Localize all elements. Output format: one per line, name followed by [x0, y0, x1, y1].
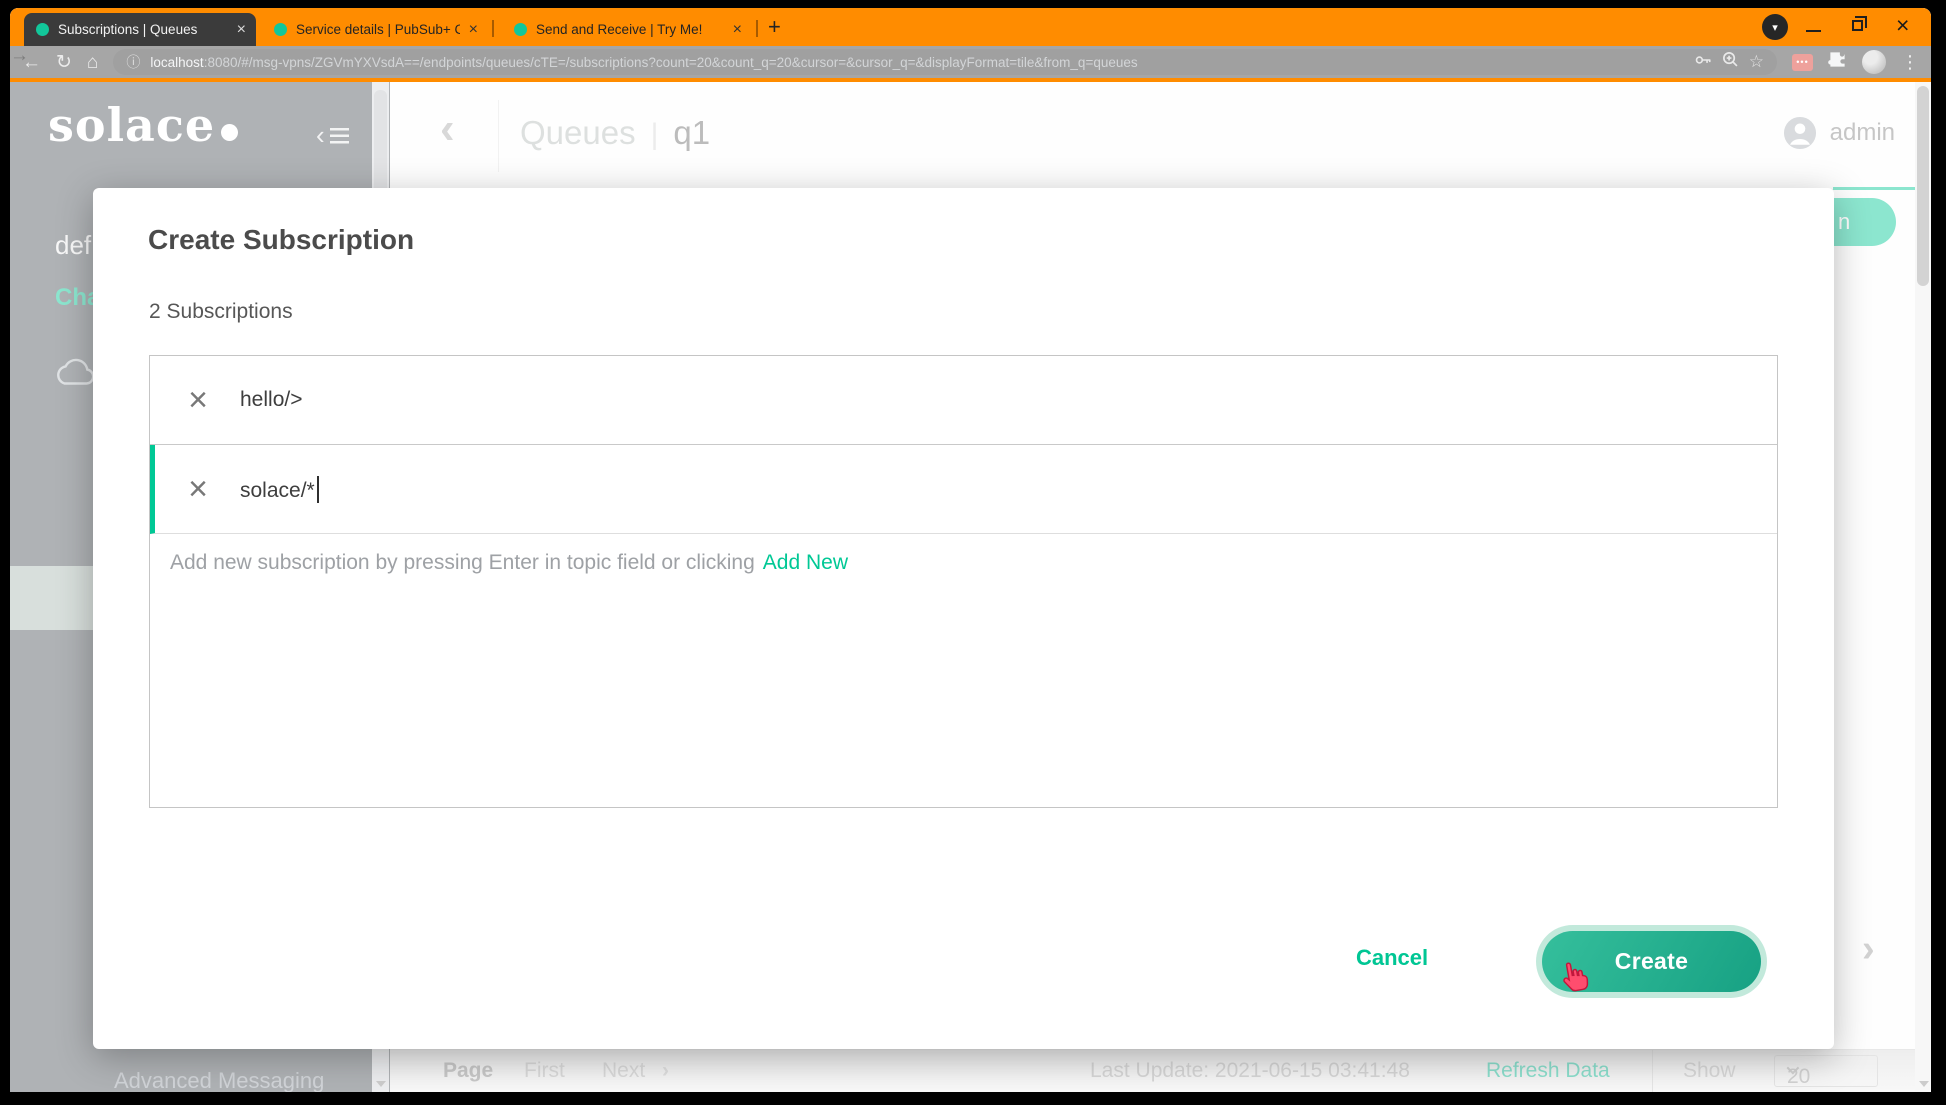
delete-subscription-icon[interactable]: ×: [180, 383, 216, 417]
add-new-link[interactable]: Add New: [763, 551, 848, 574]
browser-tab-subscriptions[interactable]: Subscriptions | Queues ×: [24, 13, 256, 46]
browser-tab-try-me[interactable]: Send and Receive | Try Me! ×: [502, 13, 752, 46]
tab-title: Service details | PubSub+ Cloud: [296, 22, 460, 37]
modal-title: Create Subscription: [148, 224, 414, 256]
tab-title: Subscriptions | Queues: [58, 22, 228, 37]
cursor-hand-icon: [1557, 958, 1593, 1002]
tab-close-icon[interactable]: ×: [469, 22, 478, 38]
topic-text: solace/*: [240, 479, 315, 502]
tab-title: Send and Receive | Try Me!: [536, 22, 724, 37]
tab-favicon-icon: [514, 23, 527, 36]
forward-button[interactable]: →: [10, 46, 1931, 78]
screen: Subscriptions | Queues × Service details…: [0, 0, 1946, 1105]
text-caret: [317, 476, 319, 503]
helper-text: Add new subscription by pressing Enter i…: [150, 534, 1777, 575]
subscription-row: × hello/>: [150, 356, 1777, 445]
helper-text-body: Add new subscription by pressing Enter i…: [170, 551, 755, 574]
topic-input[interactable]: hello/>: [240, 388, 302, 412]
browser-tab-service-details[interactable]: Service details | PubSub+ Cloud ×: [262, 13, 488, 46]
browser-titlebar: Subscriptions | Queues × Service details…: [10, 8, 1931, 46]
close-window-button[interactable]: ×: [1896, 12, 1909, 39]
delete-subscription-icon[interactable]: ×: [180, 472, 216, 506]
new-tab-button[interactable]: +: [768, 14, 781, 40]
tab-close-icon[interactable]: ×: [733, 22, 742, 38]
cancel-button[interactable]: Cancel: [1356, 945, 1428, 971]
tab-favicon-icon: [36, 23, 49, 36]
tab-separator: [756, 20, 758, 37]
subscription-list: × hello/> × solace/* Add new subscriptio…: [149, 355, 1778, 808]
subscription-row: × solace/*: [150, 445, 1777, 534]
tab-separator: [492, 20, 494, 37]
browser-window: Subscriptions | Queues × Service details…: [10, 8, 1931, 1092]
tab-search-button[interactable]: ▾: [1762, 14, 1788, 40]
browser-addressbar: ← → ↻ ⌂ ⓘ localhost:8080/#/msg-vpns/ZGVm…: [10, 46, 1931, 78]
minimize-button[interactable]: [1806, 30, 1821, 32]
tab-close-icon[interactable]: ×: [237, 22, 246, 38]
subscription-count: 2 Subscriptions: [149, 300, 293, 324]
topic-input[interactable]: solace/*: [240, 476, 319, 503]
tab-favicon-icon: [274, 23, 287, 36]
restore-button[interactable]: [1852, 20, 1863, 31]
create-subscription-modal: Create Subscription 2 Subscriptions × he…: [93, 188, 1834, 1049]
